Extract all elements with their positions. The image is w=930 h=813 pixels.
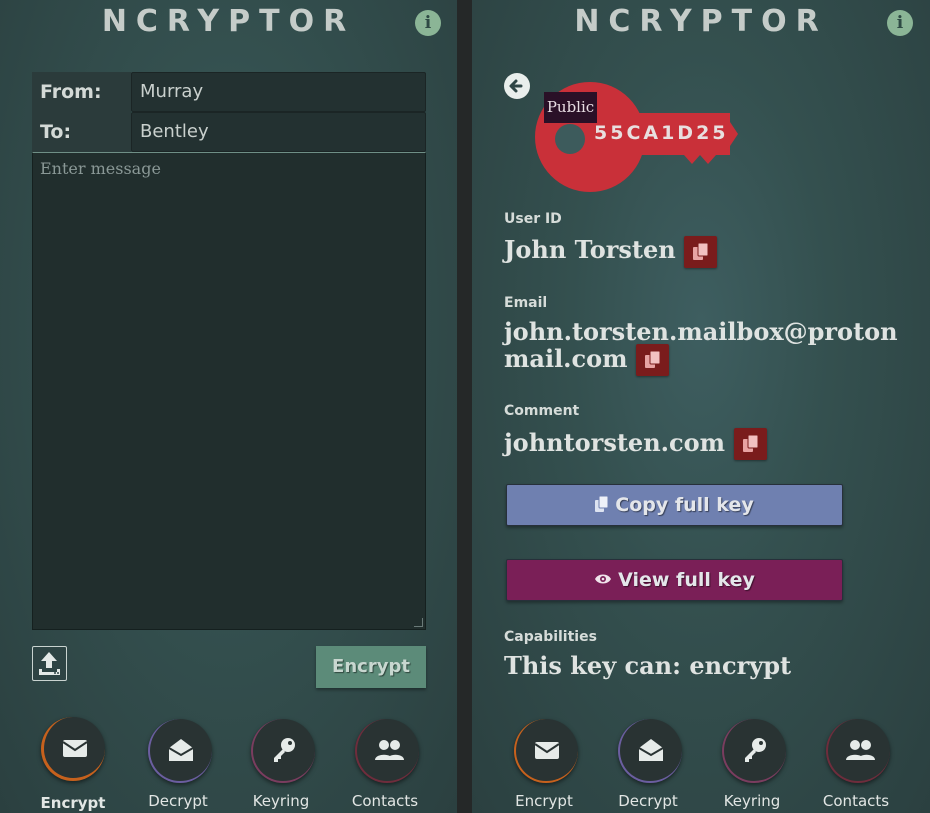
users-icon <box>846 740 875 760</box>
copy-icon <box>595 495 609 512</box>
encrypt-panel: NCRYPTOR i From: Murray To: Bentley Ente… <box>0 0 457 813</box>
users-icon <box>375 740 404 760</box>
app-title: NCRYPTOR <box>574 4 828 39</box>
to-input[interactable]: Bentley <box>131 112 426 152</box>
copy-user-id-button[interactable] <box>684 236 717 268</box>
nav-decrypt-button[interactable] <box>148 719 212 783</box>
nav-keyring-button[interactable] <box>251 719 315 783</box>
info-icon[interactable]: i <box>415 10 441 36</box>
key-icon <box>274 738 295 762</box>
back-button[interactable] <box>504 73 530 99</box>
message-placeholder: Enter message <box>40 159 161 178</box>
copy-icon <box>645 351 661 368</box>
user-id-label: User ID <box>504 211 562 227</box>
user-id-value: John Torsten <box>504 235 676 264</box>
open-envelope-icon <box>638 739 664 761</box>
to-label: To: <box>32 112 131 152</box>
nav-keyring-label: Keyring <box>723 792 781 810</box>
view-full-key-button[interactable]: View full key <box>506 559 843 601</box>
message-textarea[interactable]: Enter message <box>32 152 426 630</box>
arrow-left-circle-icon <box>504 73 530 99</box>
nav-encrypt-button[interactable] <box>41 717 105 781</box>
copy-full-key-button[interactable]: Copy full key <box>506 484 843 526</box>
email-value-line2: mail.com <box>504 344 628 373</box>
to-row: To: Bentley <box>32 112 426 152</box>
email-value-line1: john.torsten.mailbox@proton <box>504 317 898 346</box>
copy-full-key-label: Copy full key <box>615 494 754 516</box>
nav-encrypt-label: Encrypt <box>515 792 573 810</box>
key-type-badge: Public <box>544 92 597 123</box>
nav-encrypt[interactable]: Encrypt <box>499 716 589 813</box>
nav-decrypt-button[interactable] <box>618 719 682 783</box>
nav-keyring[interactable]: Keyring <box>236 716 326 813</box>
capabilities-value: This key can: encrypt <box>504 651 792 680</box>
upload-icon <box>39 652 60 675</box>
nav-contacts-button[interactable] <box>826 719 890 783</box>
nav-contacts-button[interactable] <box>355 719 419 783</box>
copy-icon <box>693 243 709 260</box>
copy-email-button[interactable] <box>636 344 669 376</box>
envelope-icon <box>62 740 88 757</box>
comment-value: johntorsten.com <box>504 428 726 457</box>
open-envelope-icon <box>168 739 194 761</box>
nav-decrypt[interactable]: Decrypt <box>603 716 693 813</box>
from-label: From: <box>32 72 131 112</box>
capabilities-label: Capabilities <box>504 629 597 645</box>
info-icon[interactable]: i <box>887 10 913 36</box>
nav-encrypt-button[interactable] <box>514 719 578 783</box>
envelope-icon <box>534 742 560 759</box>
comment-label: Comment <box>504 403 580 419</box>
nav-encrypt[interactable]: Encrypt <box>28 716 118 813</box>
from-input[interactable]: Murray <box>131 72 426 112</box>
panel-divider <box>457 0 472 813</box>
view-full-key-label: View full key <box>618 569 755 591</box>
nav-contacts-label: Contacts <box>822 792 890 810</box>
copy-icon <box>743 435 759 452</box>
nav-decrypt-label: Decrypt <box>148 792 208 810</box>
copy-comment-button[interactable] <box>734 428 767 460</box>
key-icon <box>745 738 766 762</box>
email-label: Email <box>504 295 548 311</box>
nav-keyring[interactable]: Keyring <box>707 716 797 813</box>
key-id: 55CA1D25 <box>594 122 729 144</box>
eye-icon <box>595 574 612 583</box>
app-title: NCRYPTOR <box>101 4 356 39</box>
key-details-panel: NCRYPTOR i Public 55CA1D25 User ID John … <box>472 0 930 813</box>
nav-decrypt[interactable]: Decrypt <box>133 716 223 813</box>
upload-button[interactable] <box>32 646 67 681</box>
resize-handle[interactable] <box>414 618 423 627</box>
nav-contacts[interactable]: Contacts <box>811 716 901 813</box>
nav-keyring-button[interactable] <box>722 719 786 783</box>
nav-keyring-label: Keyring <box>252 792 310 810</box>
encrypt-button[interactable]: Encrypt <box>316 646 426 688</box>
nav-decrypt-label: Decrypt <box>618 792 678 810</box>
from-row: From: Murray <box>32 72 426 112</box>
nav-encrypt-label: Encrypt <box>40 794 106 812</box>
nav-contacts-label: Contacts <box>351 792 419 810</box>
nav-contacts[interactable]: Contacts <box>340 716 430 813</box>
